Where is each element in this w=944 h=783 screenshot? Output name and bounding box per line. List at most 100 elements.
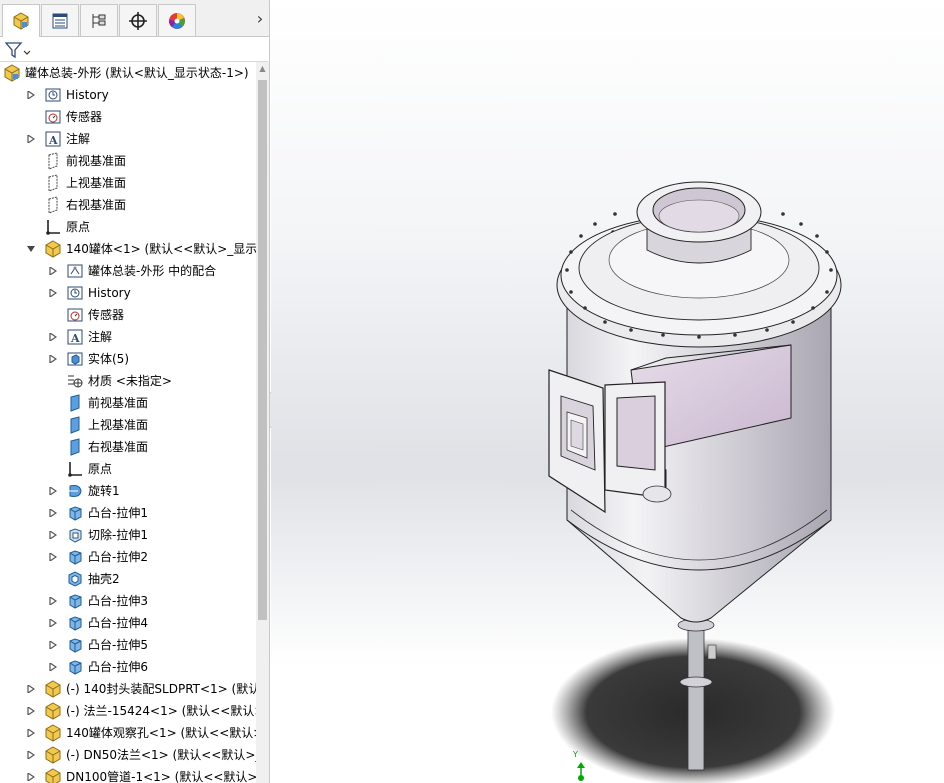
feature-tree: 罐体总装-外形 (默认<默认_显示状态-1>) History 传感器 A 注解 前视基准… (0, 62, 256, 783)
cut-extrude-icon (66, 526, 84, 544)
tree-node[interactable]: 右视基准面 (0, 436, 256, 458)
tree-node[interactable]: 切除-拉伸1 (0, 524, 256, 546)
orientation-triad: Y (573, 750, 587, 783)
tree-node[interactable]: 上视基准面 (0, 414, 256, 436)
expand-arrow-closed-icon[interactable] (48, 354, 58, 364)
part-component-icon (44, 680, 62, 698)
tree-node[interactable]: 传感器 (0, 304, 256, 326)
reference-plane-icon (66, 438, 84, 456)
tree-node[interactable]: 凸台-拉伸2 (0, 546, 256, 568)
expand-arrow-closed-icon[interactable] (48, 288, 58, 298)
tree-node[interactable]: 凸台-拉伸1 (0, 502, 256, 524)
dimxpert-tab[interactable] (119, 4, 157, 36)
expand-arrow-closed-icon[interactable] (48, 640, 58, 650)
tree-node-label: 右视基准面 (66, 198, 127, 212)
tree-node[interactable]: (-) 法兰-15424<1> (默认<<默认>_显 (0, 700, 256, 722)
origin-icon (66, 460, 84, 478)
tree-node[interactable]: 右视基准面 (0, 194, 256, 216)
expand-arrow-closed-icon[interactable] (48, 662, 58, 672)
tree-node-label: (-) 140封头装配SLDPRT<1> (默认<< (66, 682, 256, 696)
tree-node[interactable]: 原点 (0, 216, 256, 238)
tree-node[interactable]: 上视基准面 (0, 172, 256, 194)
tree-node[interactable]: 前视基准面 (0, 392, 256, 414)
expand-arrow-closed-icon[interactable] (26, 728, 36, 738)
tree-node[interactable]: A 注解 (0, 128, 256, 150)
tree-node-label: 传感器 (88, 308, 125, 322)
tree-node-label: 传感器 (66, 110, 103, 124)
tree-node[interactable]: History (0, 84, 256, 106)
expand-arrow-closed-icon[interactable] (48, 596, 58, 606)
configurationmanager-tab[interactable] (80, 4, 118, 36)
tree-node[interactable]: 凸台-拉伸6 (0, 656, 256, 678)
expand-arrow-closed-icon[interactable] (48, 332, 58, 342)
history-folder-icon (66, 284, 84, 302)
tree-filter-bar[interactable] (0, 38, 268, 62)
expand-arrow-closed-icon[interactable] (48, 552, 58, 562)
expand-arrow-open-icon[interactable] (26, 244, 36, 254)
tree-node[interactable]: 旋转1 (0, 480, 256, 502)
expand-arrow-closed-icon[interactable] (48, 266, 58, 276)
tree-node[interactable]: 前视基准面 (0, 150, 256, 172)
tree-node[interactable]: A 注解 (0, 326, 256, 348)
tree-node[interactable]: 罐体总装-外形 (默认<默认_显示状态-1>) (0, 62, 256, 84)
expand-arrow-closed-icon[interactable] (48, 618, 58, 628)
tree-node-label: (-) 法兰-15424<1> (默认<<默认>_显 (66, 704, 256, 718)
tree-node[interactable]: History (0, 282, 256, 304)
scrollbar-thumb[interactable] (258, 80, 267, 620)
display-manager-tab[interactable] (158, 4, 196, 36)
reference-plane-icon (44, 174, 62, 192)
tree-node-label: History (66, 88, 109, 102)
expand-arrow-closed-icon[interactable] (48, 486, 58, 496)
tree-node-label: 罐体总装-外形 中的配合 (88, 264, 217, 278)
tree-node-label: 上视基准面 (66, 176, 127, 190)
color-wheel-icon (168, 12, 185, 29)
expand-arrow-closed-icon[interactable] (26, 750, 36, 760)
tree-node-label: 罐体总装-外形 (默认<默认_显示状态-1>) (25, 66, 249, 80)
part-component-icon (44, 240, 62, 258)
scroll-up-icon[interactable]: ▲ (258, 64, 267, 74)
tree-node[interactable]: DN100管道-1<1> (默认<<默认>_显示 (0, 766, 256, 783)
tree-node[interactable]: 原点 (0, 458, 256, 480)
reference-plane-icon (66, 416, 84, 434)
tree-node-label: 切除-拉伸1 (88, 528, 148, 542)
expand-arrow-closed-icon[interactable] (48, 530, 58, 540)
filter-icon[interactable] (5, 41, 33, 59)
tree-node[interactable]: 实体(5) (0, 348, 256, 370)
tree-node-label: 原点 (88, 462, 113, 476)
triad-y-label: Y (573, 750, 578, 759)
tree-node[interactable]: 140罐体观察孔<1> (默认<<默认>_显 (0, 722, 256, 744)
tree-node[interactable]: 凸台-拉伸4 (0, 612, 256, 634)
expand-arrow-closed-icon[interactable] (26, 90, 36, 100)
feature-manager-panel: › 罐体总装-外形 (默认<默认_显示状态-1>) History 传感器 A 注解 前视… (0, 0, 270, 783)
tree-scrollbar[interactable]: ▲ (256, 62, 269, 783)
propertymanager-tab[interactable] (41, 4, 79, 36)
expand-arrow-closed-icon[interactable] (26, 706, 36, 716)
property-list-icon (52, 13, 68, 28)
tree-node[interactable]: 传感器 (0, 106, 256, 128)
tree-node[interactable]: (-) 140封头装配SLDPRT<1> (默认<< (0, 678, 256, 700)
boss-extrude-icon (66, 636, 84, 654)
tree-node[interactable]: 凸台-拉伸5 (0, 634, 256, 656)
expand-arrow-closed-icon[interactable] (26, 772, 36, 782)
triad-y-axis-icon (577, 762, 585, 781)
expand-arrow-closed-icon[interactable] (26, 684, 36, 694)
assembly-icon (3, 64, 21, 82)
tree-node[interactable]: 凸台-拉伸3 (0, 590, 256, 612)
part-component-icon (44, 724, 62, 742)
chevron-right-icon[interactable]: › (254, 10, 266, 28)
annotation-folder-icon: A (66, 328, 84, 346)
tree-node[interactable]: 抽壳2 (0, 568, 256, 590)
tree-node[interactable]: (-) DN50法兰<1> (默认<<默认>_显示 (0, 744, 256, 766)
svg-text:A: A (48, 134, 58, 147)
tree-node-label: 旋转1 (88, 484, 120, 498)
tree-node[interactable]: 材质 <未指定> (0, 370, 256, 392)
tree-node-label: 抽壳2 (88, 572, 120, 586)
graphics-viewport[interactable]: Y (271, 0, 944, 783)
revolve-feature-icon (66, 482, 84, 500)
tree-node[interactable]: 140罐体<1> (默认<<默认>_显示状态 (0, 238, 256, 260)
tree-node[interactable]: 罐体总装-外形 中的配合 (0, 260, 256, 282)
expand-arrow-closed-icon[interactable] (26, 134, 36, 144)
featuremanager-tab[interactable] (2, 4, 40, 37)
part-component-icon (44, 768, 62, 783)
expand-arrow-closed-icon[interactable] (48, 508, 58, 518)
